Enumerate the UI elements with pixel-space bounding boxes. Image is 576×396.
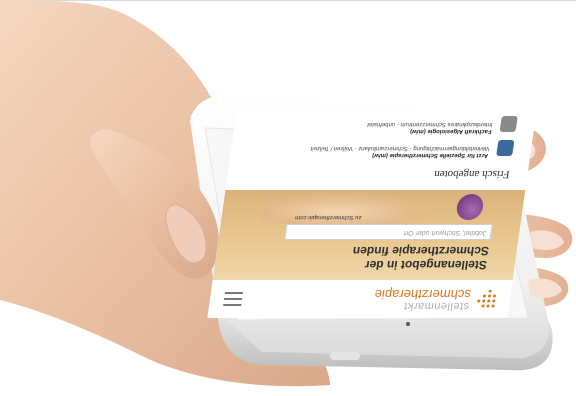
banner-title: Stellenangebot in der Schmerztherapie fi… <box>351 244 490 272</box>
site-header: stellenmarkt schmerztherapie <box>207 279 513 318</box>
list-item-title: Arzt für Spezielle Schmerztherapie (m/w) <box>371 152 489 158</box>
banner-link[interactable]: zu Schmerztherapie.com <box>295 214 362 220</box>
list-item-desc: Weiterbildungsermächtigung · Schmerzambu… <box>310 145 490 151</box>
list-item[interactable]: Fachkraft Algesiologie (m/w) Interdiszip… <box>265 112 518 134</box>
purple-badge-icon <box>455 194 485 220</box>
list-item[interactable]: Arzt für Spezielle Schmerztherapie (m/w)… <box>262 136 515 158</box>
fresh-offers-section: Frisch angeboten Arzt für Spezielle Schm… <box>225 110 537 190</box>
logo-dots-icon <box>477 290 496 308</box>
search-input[interactable]: Jobtitel, Stichwort oder Ort <box>284 224 493 240</box>
hero-banner: Stellenangebot in der Schmerztherapie fi… <box>212 190 526 280</box>
list-item-desc: Interdisziplinäres Schmerzzentrum · unbe… <box>366 121 494 127</box>
photo-scene: stellenmarkt schmerztherapie Stellenange… <box>0 0 576 396</box>
phone-screen: stellenmarkt schmerztherapie Stellenange… <box>207 110 537 318</box>
site-logo[interactable]: stellenmarkt schmerztherapie <box>372 287 472 312</box>
section-title: Frisch angeboten <box>433 168 511 180</box>
list-item-title: Fachkraft Algesiologie (m/w) <box>409 128 493 134</box>
list-item-text: Arzt für Spezielle Schmerztherapie (m/w)… <box>309 144 489 158</box>
employer-logo-icon <box>499 116 518 132</box>
list-item-text: Fachkraft Algesiologie (m/w) Interdiszip… <box>366 120 493 134</box>
hamburger-menu-icon[interactable] <box>223 292 244 306</box>
employer-logo-icon <box>496 140 515 156</box>
logo-line-2: schmerztherapie <box>373 287 472 302</box>
